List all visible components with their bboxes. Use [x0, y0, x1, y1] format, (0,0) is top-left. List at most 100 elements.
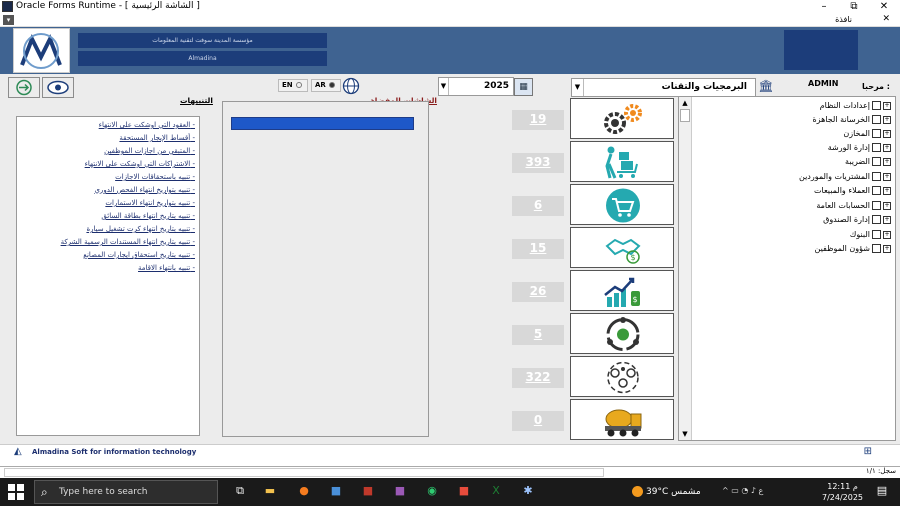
menu-bar: ▾ نافذة ✕ — [0, 14, 900, 27]
handshake-money-icon: $ — [605, 238, 641, 264]
tree-item-purchases[interactable]: المشتريات والموردين + — [799, 170, 891, 183]
chrome-icon[interactable]: ◉ — [424, 483, 440, 499]
tree-item-tax[interactable]: الضريبة + — [845, 155, 891, 168]
tree-item-general-accounts[interactable]: الحسابات العامة + — [816, 199, 891, 212]
module-count[interactable]: 5 — [512, 325, 564, 345]
input-language[interactable]: ع — [759, 486, 764, 495]
notification-link[interactable]: تنبيه بانتهاء الاقامة - — [138, 264, 195, 272]
task-view-icon[interactable]: ⧉ — [232, 483, 248, 499]
notification-link[interactable]: المتبقي من اجازات الموظفين - — [104, 147, 195, 155]
taskbar-search[interactable]: ⌕ Type here to search — [34, 480, 218, 504]
app-icon-2[interactable]: ■ — [360, 483, 376, 499]
module-count[interactable]: 15 — [512, 239, 564, 259]
module-button-cashbox[interactable] — [570, 313, 674, 354]
app-icon-3[interactable]: ■ — [392, 483, 408, 499]
notification-link[interactable]: العقود التي اوشكت على الانتهاء - — [99, 121, 195, 129]
expand-icon[interactable]: + — [883, 157, 891, 166]
book-icon — [872, 215, 881, 224]
close-button[interactable]: ✕ — [874, 0, 894, 14]
form-menu-icon[interactable]: ▾ — [3, 15, 14, 25]
module-count[interactable]: 19 — [512, 110, 564, 130]
module-button-system-settings[interactable] — [570, 98, 674, 139]
status-bar: سجل: ١/١ — [0, 466, 900, 478]
notification-link[interactable]: تنبيه بتواريخ انتهاء الاستمارات - — [105, 199, 195, 207]
book-icon — [872, 115, 881, 124]
tree-item-banks[interactable]: البنوك + — [850, 228, 891, 241]
exit-button[interactable] — [8, 77, 40, 98]
excel-icon[interactable]: X — [488, 483, 504, 499]
module-button-concrete[interactable] — [570, 399, 674, 440]
oracle-forms-task-icon[interactable]: ✱ — [520, 483, 536, 499]
notification-link[interactable]: تنبيه باستحقاقات الاجازات - — [115, 173, 195, 181]
expand-icon[interactable]: + — [883, 129, 891, 138]
module-count[interactable]: 393 — [512, 153, 564, 173]
weather-widget[interactable]: 39°C مشمس — [632, 486, 701, 497]
favorites-selected-row[interactable] — [231, 117, 414, 130]
notifications-icon[interactable]: ▤ — [874, 483, 890, 499]
form-close-icon[interactable]: ✕ — [882, 14, 890, 24]
calendar-icon[interactable]: ▦ — [514, 78, 533, 96]
app-icon-1[interactable]: ■ — [328, 483, 344, 499]
tree-item-system-settings[interactable]: إعدادات النظام + — [820, 99, 891, 112]
maximize-button[interactable]: ⧉ — [844, 0, 864, 14]
module-value: البرمجيات والتقنات — [661, 82, 747, 92]
org-name-english: Almadina — [78, 51, 327, 66]
notification-link[interactable]: أقساط الإيجار المستحقة - — [119, 134, 195, 142]
notification-link[interactable]: تنبيه بتاريخ انتهاء كرت تشغيل سيارة - — [86, 225, 195, 233]
expand-icon[interactable]: + — [883, 115, 891, 124]
network-icon[interactable]: ⊞ — [864, 446, 872, 457]
status-message-box — [4, 468, 604, 477]
module-button-warehouse[interactable] — [570, 141, 674, 182]
expand-icon[interactable]: + — [883, 201, 891, 210]
file-explorer-icon[interactable]: ▬ — [262, 483, 278, 499]
expand-icon[interactable]: + — [883, 143, 891, 152]
module-button-employees[interactable] — [570, 356, 674, 397]
expand-icon[interactable]: + — [883, 244, 891, 253]
expand-icon[interactable]: + — [883, 186, 891, 195]
module-button-accounts[interactable]: $ — [570, 270, 674, 311]
module-count[interactable]: 322 — [512, 368, 564, 388]
tree-item-warehouses[interactable]: المخازن + — [843, 127, 891, 140]
notifications-list: العقود التي اوشكت على الانتهاء - أقساط ا… — [16, 116, 200, 436]
module-count[interactable]: 0 — [512, 411, 564, 431]
tree-item-workshop[interactable]: إدارة الورشة + — [828, 141, 891, 154]
notification-link[interactable]: تنبيه بتاريخ انتهاء المستندات الرسمية ال… — [61, 238, 195, 246]
notification-link[interactable]: تنبيه بتاريخ انتهاء بطاقة السائق - — [101, 212, 195, 220]
minimize-button[interactable]: – — [814, 0, 834, 14]
menu-window[interactable]: نافذة — [835, 15, 852, 24]
notification-link[interactable]: تنبيه بتواريخ انتهاء الفحص الدوري - — [94, 186, 195, 194]
expand-icon[interactable]: + — [883, 101, 891, 110]
year-value: 2025 — [483, 81, 509, 91]
book-icon — [872, 129, 881, 138]
tree-item-employees[interactable]: شؤون الموظفين + — [815, 242, 891, 255]
module-button-sales[interactable]: $ — [570, 227, 674, 268]
scroll-up-icon[interactable]: ▲ — [679, 97, 691, 109]
expand-icon[interactable]: + — [883, 230, 891, 239]
lang-ar-radio[interactable]: AR — [311, 79, 341, 92]
tree-scrollbar[interactable]: ▲ ▼ — [679, 97, 692, 440]
firefox-icon[interactable]: ● — [296, 483, 312, 499]
tree-item-sales[interactable]: العملاء والمبيعات + — [814, 184, 891, 197]
expand-icon[interactable]: + — [883, 215, 891, 224]
system-tray[interactable]: ^ ▭ ◔ ♪ ع — [722, 486, 763, 495]
module-count[interactable]: 26 — [512, 282, 564, 302]
module-select[interactable]: ▼ البرمجيات والتقنات — [571, 78, 756, 97]
taskbar-clock[interactable]: 12:11 م 7/24/2025 — [822, 481, 863, 503]
year-select[interactable]: ▼ 2025 — [438, 77, 514, 96]
tree-item-cashbox[interactable]: إدارة الصندوق + — [823, 213, 891, 226]
scroll-down-icon[interactable]: ▼ — [679, 428, 691, 440]
book-icon — [872, 230, 881, 239]
app-icon-4[interactable]: ■ — [456, 483, 472, 499]
tree-item-ready-concrete[interactable]: الخرسانة الجاهزة + — [812, 113, 891, 126]
book-icon — [872, 244, 881, 253]
module-button-purchases[interactable] — [570, 184, 674, 225]
windows-start-icon[interactable] — [8, 484, 24, 500]
notification-link[interactable]: تنبيه بتاريخ استحقاق ايجارات المصانع - — [83, 251, 195, 259]
expand-icon[interactable]: + — [883, 172, 891, 181]
lang-en-radio[interactable]: EN — [278, 79, 308, 92]
view-button[interactable] — [42, 77, 74, 98]
globe-icon[interactable] — [342, 77, 360, 95]
scroll-thumb[interactable] — [680, 109, 690, 122]
module-count[interactable]: 6 — [512, 196, 564, 216]
notification-link[interactable]: الاشتراكات التي اوشكت على الانتهاء - — [85, 160, 195, 168]
